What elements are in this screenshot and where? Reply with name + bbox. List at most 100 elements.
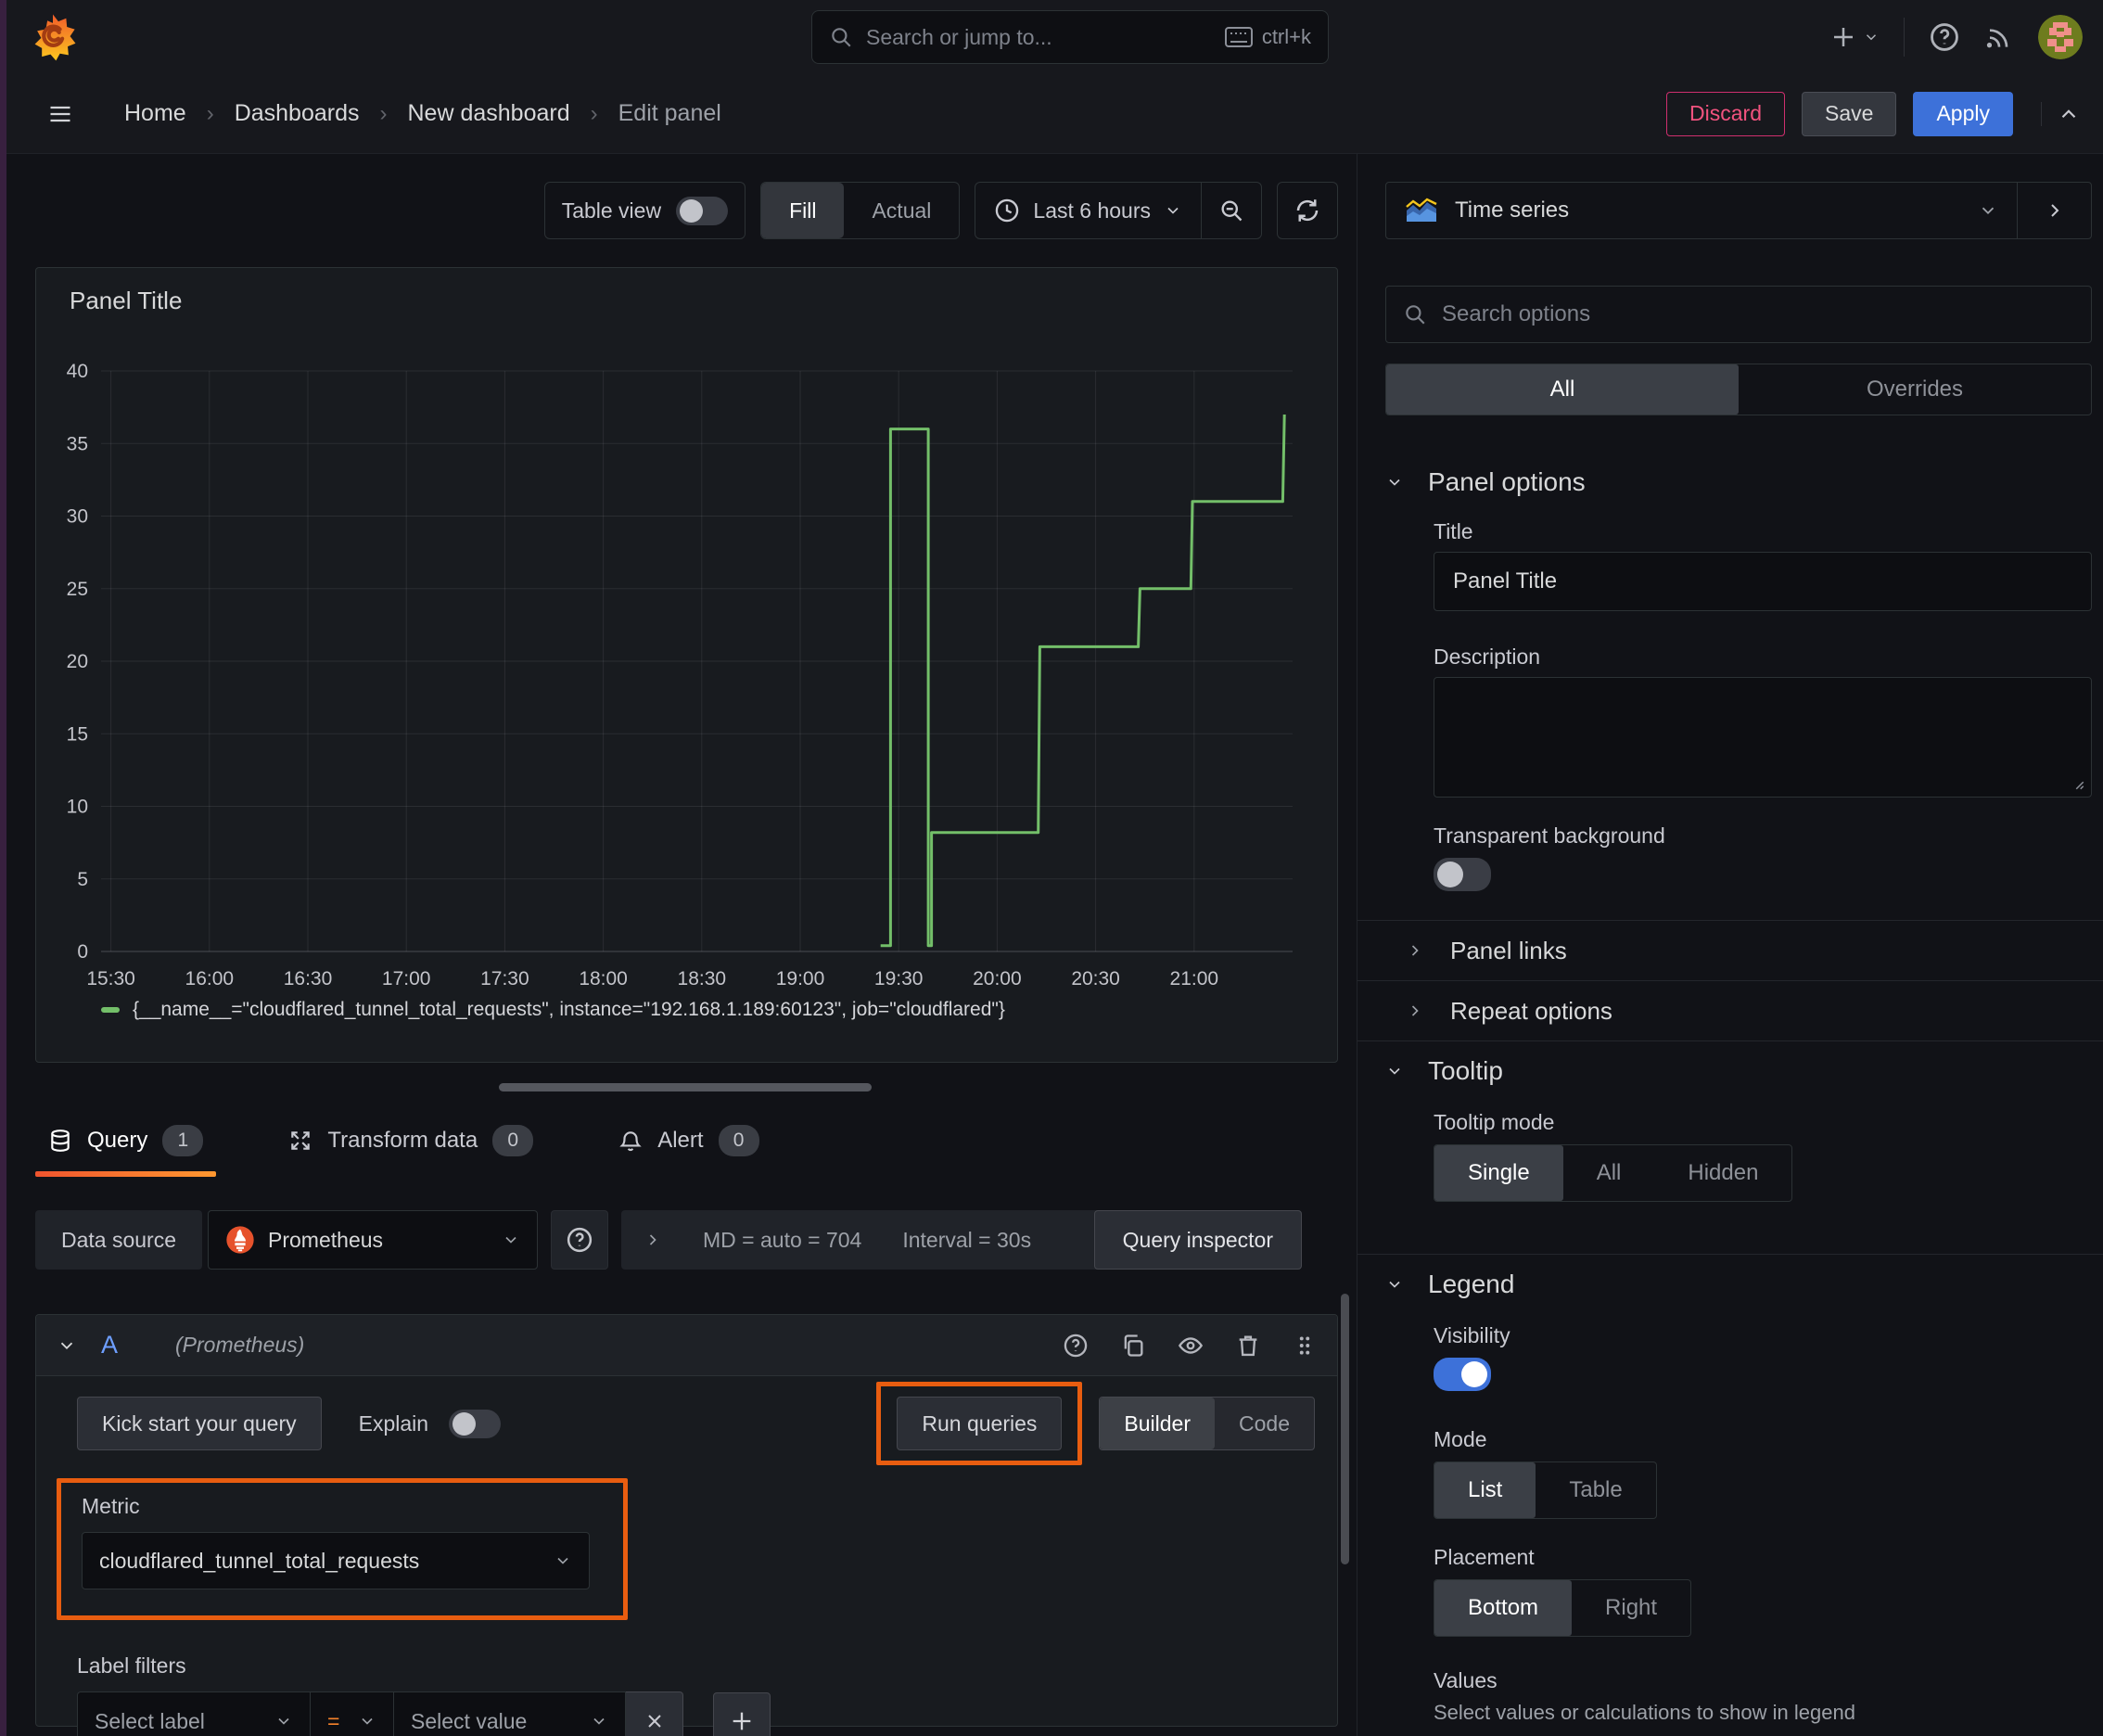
- breadcrumb-new-dashboard[interactable]: New dashboard: [408, 100, 570, 127]
- time-series-chart[interactable]: 0 5 10 15 20 25 30 35 40 15:30 16:00 16:30 17:00 17:3…: [49, 315, 1322, 992]
- legend-visibility-toggle[interactable]: [1434, 1358, 1491, 1391]
- horizontal-scrollbar[interactable]: [499, 1083, 872, 1091]
- options-search-input[interactable]: Search options: [1385, 286, 2092, 343]
- panel-links-section[interactable]: Panel links: [1406, 921, 2092, 980]
- query-help-button[interactable]: [1063, 1333, 1089, 1359]
- tab-alert-label: Alert: [657, 1128, 704, 1153]
- vertical-scrollbar[interactable]: [1341, 1294, 1349, 1564]
- tooltip-mode-label: Tooltip mode: [1434, 1110, 1555, 1134]
- breadcrumb: Home › Dashboards › New dashboard › Edit…: [124, 100, 721, 127]
- svg-text:20:30: 20:30: [1071, 968, 1120, 989]
- transparent-bg-toggle[interactable]: [1434, 858, 1491, 891]
- divider: [1357, 1040, 2103, 1041]
- remove-filter-button[interactable]: [626, 1691, 683, 1736]
- query-options-bar[interactable]: MD = auto = 704 Interval = 30s Query ins…: [621, 1210, 1303, 1270]
- chevron-right-icon: [649, 1234, 656, 1245]
- svg-text:5: 5: [77, 869, 88, 890]
- tab-overrides[interactable]: Overrides: [1739, 364, 2091, 415]
- query-editor: A (Prometheus) Kick start your query Exp…: [35, 1314, 1338, 1736]
- kick-start-button[interactable]: Kick start your query: [77, 1397, 322, 1450]
- duplicate-query-button[interactable]: [1120, 1333, 1146, 1359]
- apply-button[interactable]: Apply: [1913, 91, 2013, 136]
- tooltip-single-option[interactable]: Single: [1434, 1145, 1563, 1201]
- svg-text:21:00: 21:00: [1170, 968, 1219, 989]
- select-value-dropdown[interactable]: Select value: [394, 1691, 626, 1736]
- tab-alert[interactable]: Alert 0: [605, 1116, 771, 1177]
- search-placeholder: Search or jump to...: [866, 24, 1052, 49]
- time-range-button[interactable]: Last 6 hours: [975, 183, 1201, 238]
- panel-options-header[interactable]: Panel options: [1385, 467, 2092, 497]
- visualization-select[interactable]: Time series: [1386, 183, 2017, 238]
- refresh-button[interactable]: [1277, 182, 1338, 239]
- zoom-out-button[interactable]: [1201, 183, 1261, 238]
- menu-toggle-button[interactable]: [45, 101, 76, 127]
- query-inspector-button[interactable]: Query inspector: [1093, 1210, 1303, 1270]
- metric-select[interactable]: cloudflared_tunnel_total_requests: [82, 1532, 590, 1589]
- code-option[interactable]: Code: [1215, 1398, 1314, 1449]
- avatar[interactable]: [2038, 15, 2083, 59]
- description-textarea[interactable]: [1434, 677, 2092, 798]
- plus-icon: [1834, 28, 1853, 46]
- tab-all[interactable]: All: [1386, 364, 1739, 415]
- chevron-down-icon: [278, 1717, 289, 1725]
- datasource-help-button[interactable]: [551, 1210, 609, 1270]
- svg-text:15:30: 15:30: [86, 968, 135, 989]
- toggle-viz-picker-button[interactable]: [2017, 183, 2091, 238]
- query-builder-body: Metric cloudflared_tunnel_total_requests…: [57, 1474, 1317, 1736]
- help-button[interactable]: [1929, 21, 1960, 53]
- table-view-toggle[interactable]: [676, 196, 729, 225]
- tab-transform-data[interactable]: Transform data 0: [275, 1116, 546, 1177]
- run-queries-button[interactable]: Run queries: [897, 1397, 1063, 1450]
- options-search-placeholder: Search options: [1442, 301, 1591, 326]
- drag-query-handle[interactable]: [1293, 1333, 1317, 1359]
- panel-title: Panel Title: [70, 287, 183, 314]
- breadcrumb-dashboards[interactable]: Dashboards: [235, 100, 360, 127]
- resize-handle-icon[interactable]: [2069, 774, 2085, 791]
- discard-button[interactable]: Discard: [1666, 91, 1786, 136]
- add-filter-button[interactable]: [713, 1692, 771, 1736]
- timeseries-viz-icon: [1406, 198, 1437, 222]
- fill-option[interactable]: Fill: [761, 183, 845, 238]
- tooltip-header[interactable]: Tooltip: [1385, 1056, 2092, 1086]
- legend-bottom-option[interactable]: Bottom: [1434, 1580, 1573, 1636]
- select-label-dropdown[interactable]: Select label: [77, 1691, 311, 1736]
- query-a-header[interactable]: A (Prometheus): [36, 1315, 1337, 1376]
- grafana-logo-icon[interactable]: [28, 12, 78, 62]
- svg-text:19:30: 19:30: [874, 968, 924, 989]
- tooltip-hidden-option[interactable]: Hidden: [1654, 1145, 1791, 1201]
- help-icon: [1064, 1334, 1088, 1357]
- legend-header[interactable]: Legend: [1385, 1270, 2092, 1299]
- legend-mode-switch: List Table: [1434, 1462, 1657, 1519]
- legend-table-option[interactable]: Table: [1536, 1462, 1655, 1518]
- svg-text:18:30: 18:30: [678, 968, 727, 989]
- collapse-header-button[interactable]: [2041, 101, 2081, 126]
- svg-text:20: 20: [67, 651, 88, 672]
- copy-icon: [1124, 1334, 1143, 1357]
- legend-list-option[interactable]: List: [1434, 1462, 1536, 1518]
- builder-option[interactable]: Builder: [1100, 1398, 1216, 1449]
- tooltip-all-option[interactable]: All: [1563, 1145, 1655, 1201]
- legend-right-option[interactable]: Right: [1572, 1580, 1690, 1636]
- datasource-picker[interactable]: Prometheus: [208, 1210, 539, 1270]
- repeat-options-section[interactable]: Repeat options: [1406, 981, 2092, 1040]
- actual-option[interactable]: Actual: [844, 183, 959, 238]
- panel-options-title: Panel options: [1428, 467, 1586, 496]
- panel-title-input[interactable]: Panel Title: [1434, 552, 2092, 611]
- save-button[interactable]: Save: [1802, 91, 1897, 136]
- search-bar[interactable]: Search or jump to... ctrl+k: [811, 10, 1329, 64]
- delete-query-button[interactable]: [1235, 1333, 1261, 1359]
- new-menu-button[interactable]: [1829, 23, 1880, 51]
- chevron-down-icon: [362, 1717, 373, 1725]
- svg-text:17:30: 17:30: [480, 968, 529, 989]
- svg-text:10: 10: [67, 797, 88, 818]
- tab-query[interactable]: Query 1: [35, 1116, 217, 1177]
- news-button[interactable]: [1984, 22, 2014, 52]
- database-icon: [51, 1130, 70, 1152]
- refresh-icon: [1296, 199, 1319, 222]
- breadcrumb-home[interactable]: Home: [124, 100, 186, 127]
- toggle-query-visibility-button[interactable]: [1178, 1333, 1204, 1359]
- chevron-down-icon: [1389, 1281, 1400, 1288]
- explain-toggle[interactable]: [449, 1409, 502, 1438]
- operator-dropdown[interactable]: =: [311, 1691, 394, 1736]
- chart-legend[interactable]: {__name__="cloudflared_tunnel_total_requ…: [101, 999, 1324, 1021]
